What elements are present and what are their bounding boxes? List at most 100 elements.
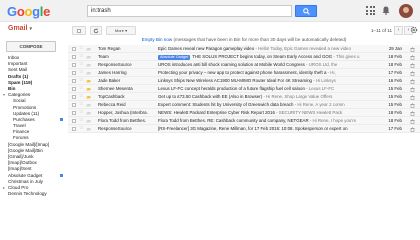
mail-subject: Epic Games reveal new Paragon gameplay v… <box>158 46 255 51</box>
mail-date: 15 Feb <box>388 102 402 107</box>
star-icon[interactable]: ☆ <box>79 61 83 68</box>
star-icon[interactable]: ☆ <box>79 101 83 108</box>
sidebar-item-label: Social <box>13 98 26 104</box>
row-checkbox[interactable] <box>72 103 76 107</box>
row-checkbox[interactable] <box>72 87 76 91</box>
star-icon[interactable]: ☆ <box>79 53 83 60</box>
mail-row[interactable]: ☆ Jade Baker Linksys Ships New Wireless AC… <box>68 77 420 85</box>
trash-icon[interactable] <box>410 102 415 108</box>
mail-row[interactable]: ☆ Team Absolute Gadget THE SOLUS PROJECT be… <box>68 53 420 61</box>
row-checkbox[interactable] <box>72 95 76 99</box>
sidebar-item-label: Purchases <box>13 116 35 122</box>
mail-subject-line: Linksys Ships New Wireless AC1900 MU-MIM… <box>158 77 383 84</box>
search-input[interactable]: in:trash <box>87 5 292 17</box>
mail-subject-line: Lexus LF-FC concept heralds production o… <box>158 85 383 92</box>
mail-subject: Linksys Ships New Wireless AC1900 MU-MIM… <box>158 78 312 83</box>
star-icon[interactable]: ☆ <box>79 125 83 132</box>
more-actions-button[interactable]: More ▾ <box>106 26 136 35</box>
importance-marker-icon[interactable] <box>86 95 91 99</box>
mail-row[interactable]: ☆ Hopper, Joshua (Interbra. NEWS: Hewlett … <box>68 109 420 117</box>
sidebar-item-label: Finance <box>13 129 30 135</box>
row-checkbox[interactable] <box>72 47 76 51</box>
mail-row[interactable]: ☆ Flora Todd from Betthes. Flora Todd from… <box>68 117 420 125</box>
mail-row[interactable]: ☆ Tom Regan Epic Games reveal new Paragon … <box>68 45 420 53</box>
mail-subject: UROS introduces anti bill shock roaming … <box>158 62 305 67</box>
importance-marker-icon[interactable] <box>86 63 91 67</box>
trash-icon[interactable] <box>410 46 415 52</box>
importance-marker-icon[interactable] <box>86 55 91 59</box>
mail-row[interactable]: ☆ Rebecca Reid Expert comment: Students hi… <box>68 101 420 109</box>
mail-sender: Team <box>98 54 109 59</box>
google-logo[interactable]: Google <box>7 4 50 19</box>
sidebar-item-label: Absolute Gadget <box>8 172 43 178</box>
importance-marker-icon[interactable] <box>86 127 91 131</box>
importance-marker-icon[interactable] <box>86 111 91 115</box>
star-icon[interactable]: ☆ <box>79 45 83 52</box>
importance-marker-icon[interactable] <box>86 87 91 91</box>
row-checkbox[interactable] <box>72 63 76 67</box>
settings-gear-icon[interactable] <box>410 26 418 34</box>
star-icon[interactable]: ☆ <box>79 109 83 116</box>
sidebar-item-label: Sent Mail <box>8 67 28 73</box>
trash-icon[interactable] <box>410 126 415 132</box>
importance-marker-icon[interactable] <box>86 71 91 75</box>
trash-icon[interactable] <box>410 86 415 92</box>
mail-row[interactable]: ☆ Shernee Mesenta Lexus LF-FC concept hera… <box>68 85 420 93</box>
row-checkbox[interactable] <box>72 127 76 131</box>
mail-row[interactable]: ☆ ResponseSource UROS introduces anti bill… <box>68 61 420 69</box>
mail-snippet: - SECURITY NEWS Hewlett Pack <box>274 110 343 115</box>
row-checkbox[interactable] <box>72 55 76 59</box>
mail-subject: NEWS: Hewlett Packard Enterprise Cyber R… <box>158 110 275 115</box>
select-all-checkbox[interactable] <box>72 26 86 35</box>
top-bar: Google in:trash <box>0 0 420 22</box>
star-icon[interactable]: ☆ <box>79 85 83 92</box>
apps-grid-icon[interactable] <box>366 6 375 15</box>
mail-subject-line: Flora Todd from Betthes. RE: Cashback co… <box>158 117 383 124</box>
gmail-app-switcher[interactable]: Gmail ▾ <box>8 25 32 32</box>
mail-row[interactable]: ☆ James Harring Protecting your privacy – … <box>68 69 420 77</box>
mail-subject: Protecting your privacy – new app to pro… <box>158 70 327 75</box>
trash-icon[interactable] <box>410 70 415 76</box>
refresh-button[interactable] <box>90 26 102 35</box>
user-avatar[interactable] <box>399 4 413 18</box>
sidebar-item-label: [Google Mail]/[Imap] <box>8 141 50 147</box>
star-icon[interactable]: ☆ <box>79 117 83 124</box>
empty-bin-link[interactable]: Empty Bin now <box>142 37 173 42</box>
sidebar-item-label: Updates (11) <box>13 110 40 116</box>
star-icon[interactable]: ☆ <box>79 77 83 84</box>
sidebar-item[interactable]: Dennis Technology <box>0 191 64 197</box>
mail-snippet: - Hello! Today, Epic Games revealed a ne… <box>254 46 351 51</box>
notifications-bell-icon[interactable] <box>382 6 390 15</box>
importance-marker-icon[interactable] <box>86 103 91 107</box>
sidebar-item-label: Travel <box>13 123 26 129</box>
sidebar-item-label: [Gmail]/Junk <box>8 154 34 159</box>
mail-row[interactable]: ☆ ResponseSource [RS-Freelancer] 3G Magazi… <box>68 125 420 133</box>
mail-row[interactable]: ☆ TopCashback Get up to £73.50 Cashback wi… <box>68 93 420 101</box>
compose-button[interactable]: COMPOSE <box>6 41 56 52</box>
star-icon[interactable]: ☆ <box>79 93 83 100</box>
importance-marker-icon[interactable] <box>86 119 91 123</box>
importance-marker-icon[interactable] <box>86 47 91 51</box>
mail-subject-line: UROS introduces anti bill shock roaming … <box>158 61 383 68</box>
star-icon[interactable]: ☆ <box>79 69 83 76</box>
search-icon <box>303 8 310 15</box>
sidebar-item-label: Drafts (1) <box>8 73 29 79</box>
label-badge[interactable]: Absolute Gadget <box>158 55 191 60</box>
sidebar-item-label: [Imap]/Outbox <box>8 160 37 166</box>
trash-icon[interactable] <box>410 110 415 116</box>
search-button[interactable] <box>295 5 317 17</box>
mail-subject-line: NEWS: Hewlett Packard Enterprise Cyber R… <box>158 109 383 116</box>
row-checkbox[interactable] <box>72 71 76 75</box>
row-checkbox[interactable] <box>72 79 76 83</box>
mail-snippet: - UROS Ltd, the <box>304 62 338 67</box>
importance-marker-icon[interactable] <box>86 79 91 83</box>
row-checkbox[interactable] <box>72 119 76 123</box>
row-checkbox[interactable] <box>72 111 76 115</box>
mail-date: 18 Feb <box>388 118 402 123</box>
trash-icon[interactable] <box>410 54 415 60</box>
trash-icon[interactable] <box>410 118 415 124</box>
trash-icon[interactable] <box>410 94 415 100</box>
trash-icon[interactable] <box>410 62 415 68</box>
prev-page-button[interactable]: ‹ <box>394 26 403 35</box>
trash-icon[interactable] <box>410 78 415 84</box>
